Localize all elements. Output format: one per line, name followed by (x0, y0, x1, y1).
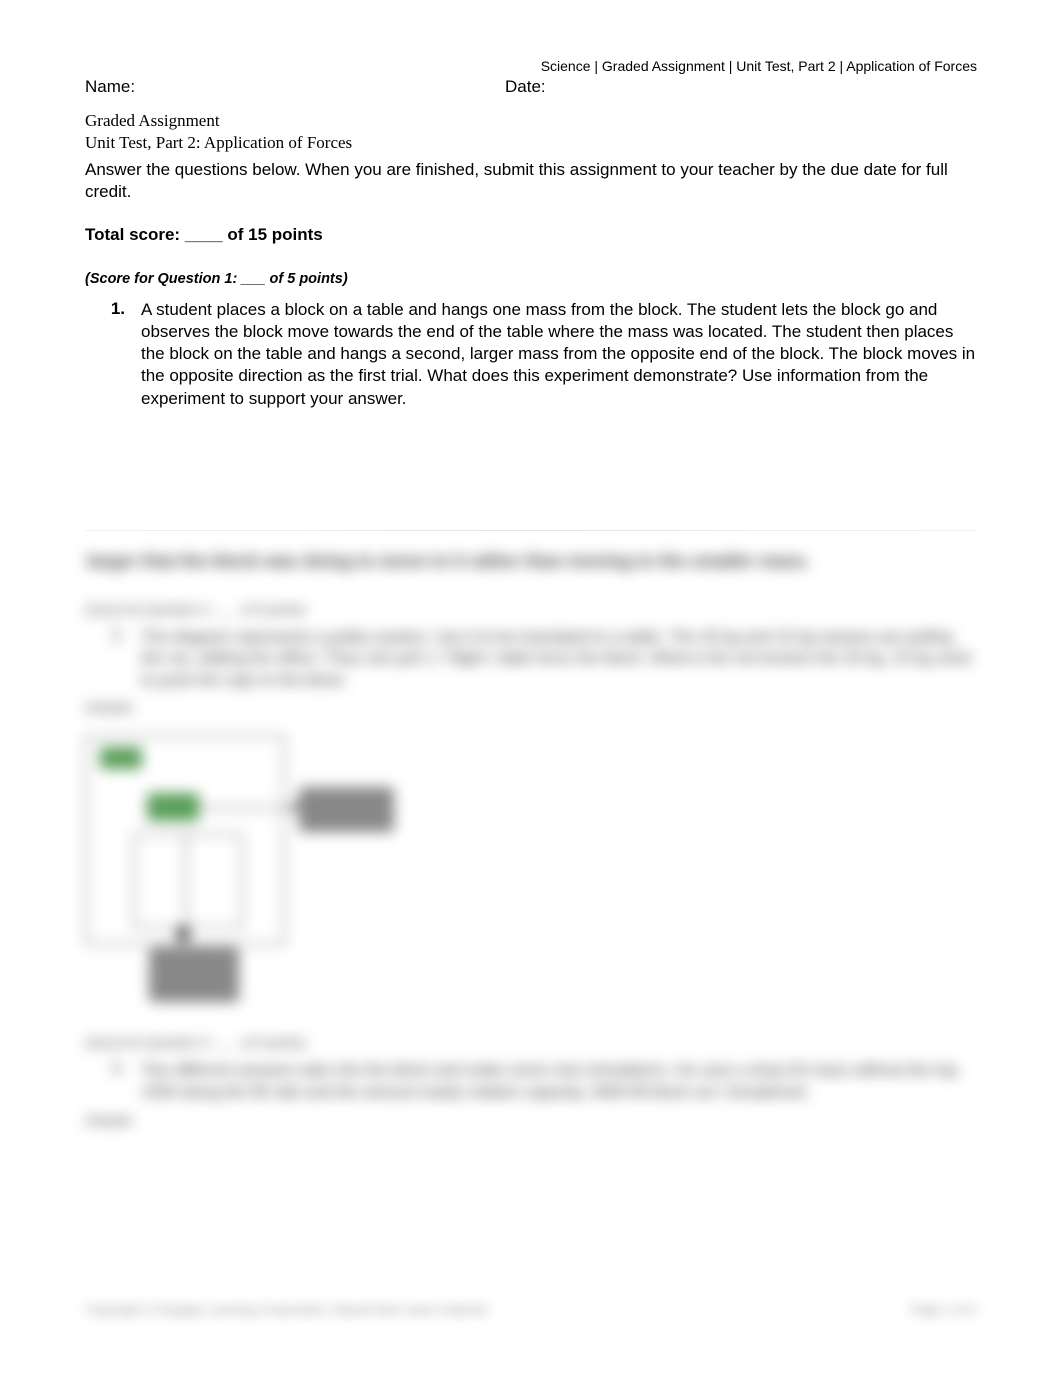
footer-copyright: Copyright © Engage Learning Corporation.… (85, 1302, 490, 1317)
answer-label-2: Answer: (85, 699, 977, 715)
blurred-content: larger that the block was doing to move … (85, 551, 977, 1128)
answer-label-3: Answer: (85, 1112, 977, 1128)
instructions-text: Answer the questions below. When you are… (85, 159, 977, 203)
question-2-text: The diagram represents a pulley system. … (141, 627, 977, 692)
unit-title: Unit Test, Part 2: Application of Forces (85, 133, 977, 153)
blurred-answer-line: larger that the block was doing to move … (85, 551, 977, 572)
question-3-number: 3. (85, 1060, 141, 1103)
footer: Copyright © Engage Learning Corporation.… (85, 1302, 977, 1317)
date-label: Date: (505, 77, 546, 97)
total-score: Total score: ____ of 15 points (85, 225, 977, 245)
assignment-title: Graded Assignment (85, 111, 977, 131)
question-2-number: 2. (85, 627, 141, 692)
question-3-text: Two different answers take into the bloc… (141, 1060, 977, 1103)
question-1-score: (Score for Question 1: ___ of 5 points) (85, 271, 977, 287)
pulley-diagram (85, 725, 415, 1015)
name-label: Name: (85, 77, 505, 97)
footer-page-number: Page 1 of 2 (911, 1302, 978, 1317)
question-3-score: (Score for Question 3: ___ of 5 points) (85, 1035, 977, 1050)
question-1-number: 1. (85, 299, 141, 409)
question-1: 1. A student places a block on a table a… (85, 299, 977, 409)
divider (85, 530, 977, 531)
question-1-text: A student places a block on a table and … (141, 299, 977, 409)
question-2-score: (Score for Question 2: ___ of 5 points) (85, 602, 977, 617)
question-3: 3. Two different answers take into the b… (85, 1060, 977, 1103)
question-2: 2. The diagram represents a pulley syste… (85, 627, 977, 692)
breadcrumb: Science | Graded Assignment | Unit Test,… (85, 58, 977, 74)
